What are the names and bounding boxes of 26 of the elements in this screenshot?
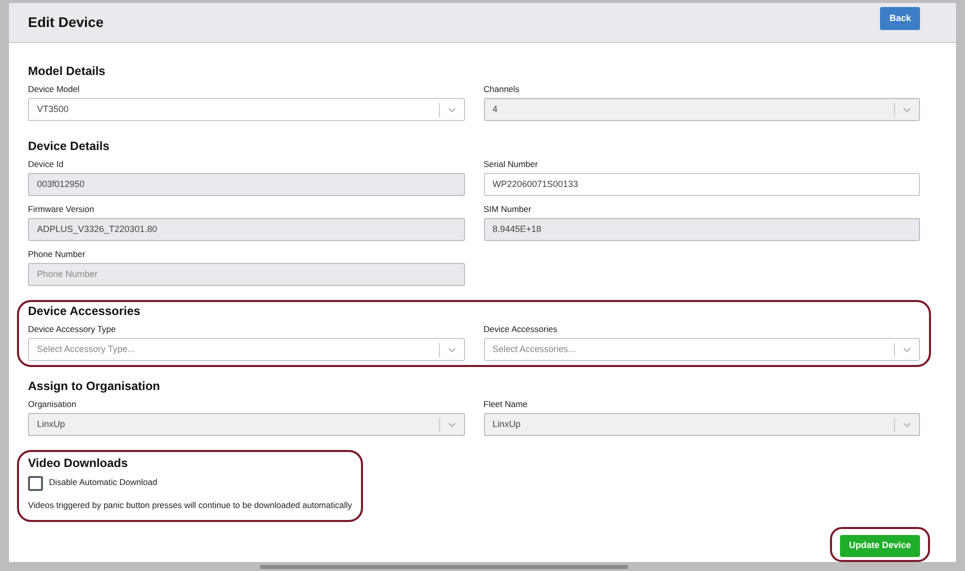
section-title: Device Details <box>28 138 110 154</box>
field-label: Device Accessories <box>484 323 558 335</box>
field-label: Phone Number <box>28 248 86 260</box>
field-label: Fleet Name <box>484 398 528 410</box>
help-text: Videos triggered by panic button presses will continue to be downloaded automatically <box>28 499 352 512</box>
field-label: Organisation <box>28 398 76 410</box>
select-field[interactable]: Select Accessories... <box>484 338 920 361</box>
field-label: Device Model <box>28 83 80 95</box>
field-label: SIM Number <box>484 203 532 215</box>
section-title: Video Downloads <box>28 455 128 471</box>
field-label: Device Id <box>28 158 64 170</box>
input-field[interactable]: WP22060071S00133 <box>484 173 920 196</box>
section-title: Assign to Organisation <box>28 378 160 394</box>
field-label: Channels <box>484 83 520 95</box>
checkbox-label: Disable Automatic Download <box>49 476 158 489</box>
field-label: Serial Number <box>484 158 538 170</box>
section-title: Model Details <box>28 63 106 79</box>
field-label: Firmware Version <box>28 203 94 215</box>
select-field[interactable]: Select Accessory Type... <box>28 338 464 361</box>
page-title: Edit Device <box>28 13 104 32</box>
back-button[interactable]: Back <box>880 7 920 30</box>
checkbox[interactable] <box>28 476 43 491</box>
section-title: Device Accessories <box>28 303 140 319</box>
field-label: Device Accessory Type <box>28 323 116 335</box>
scrollbar-thumb[interactable] <box>260 564 628 568</box>
select-field[interactable]: VT3500 <box>28 98 464 121</box>
